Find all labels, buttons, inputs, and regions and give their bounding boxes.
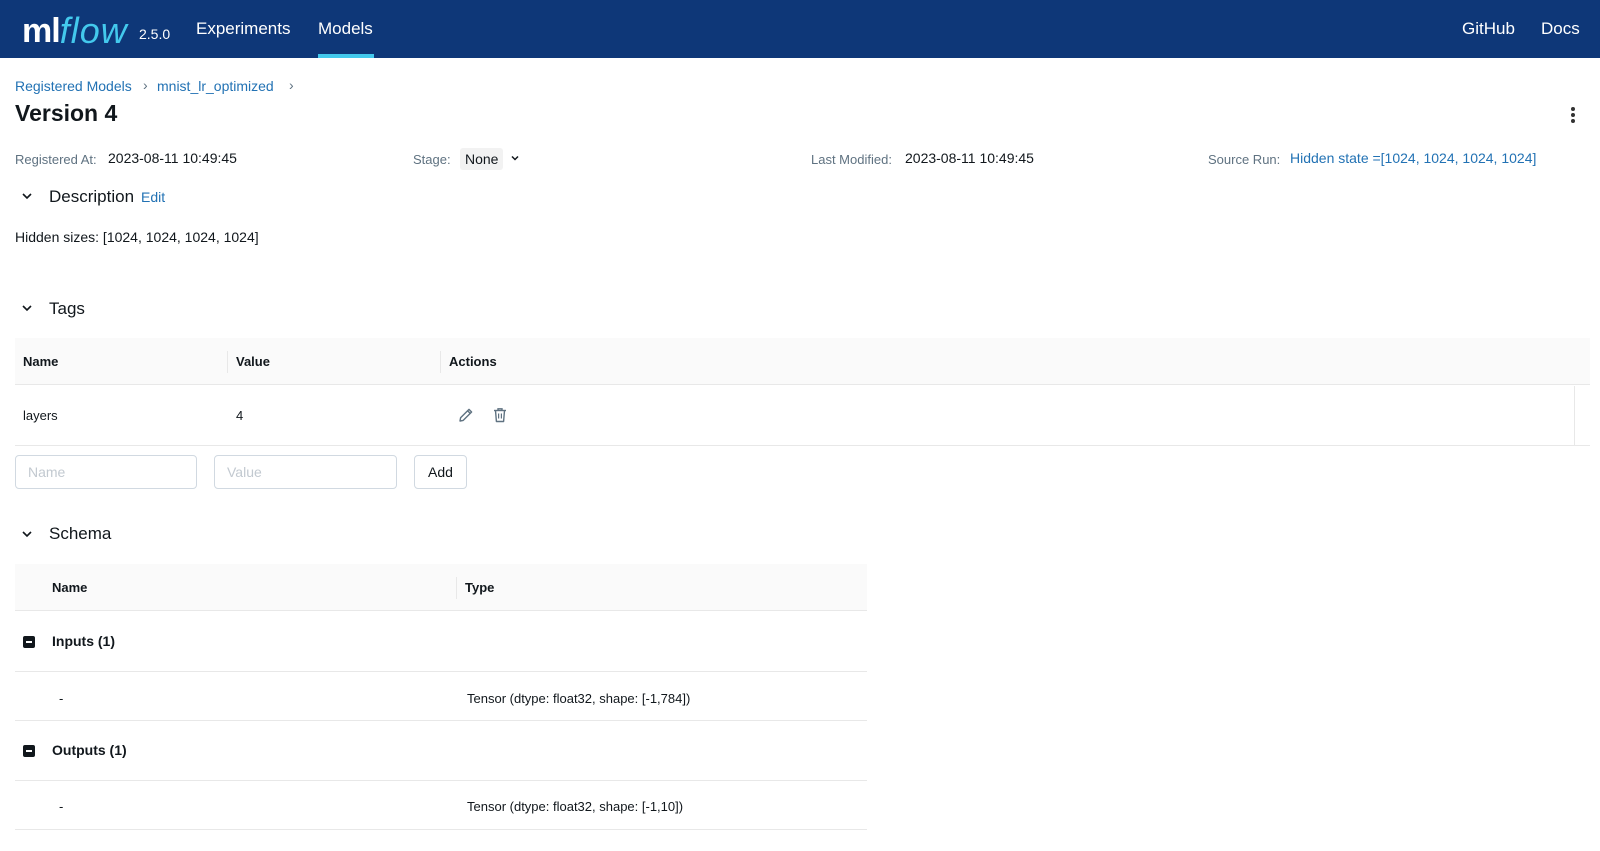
column-header-value: Value — [236, 354, 270, 369]
nav-models[interactable]: Models — [318, 19, 373, 39]
nav-docs[interactable]: Docs — [1541, 19, 1580, 39]
logo-ml-text: ml — [22, 12, 61, 50]
chevron-down-icon[interactable] — [20, 301, 34, 315]
breadcrumb-model-name[interactable]: mnist_lr_optimized — [157, 78, 274, 94]
stage-label: Stage: — [413, 152, 451, 167]
pencil-icon[interactable] — [457, 406, 475, 424]
version-label: 2.5.0 — [139, 26, 171, 42]
trash-icon[interactable] — [491, 406, 509, 424]
tags-title: Tags — [49, 299, 85, 318]
column-header-actions: Actions — [449, 354, 497, 369]
logo-flow-text: flow — [59, 10, 128, 51]
top-navigation-bar: ml flow 2.5.0 Experiments Models GitHub D… — [0, 0, 1600, 58]
add-tag-button[interactable]: Add — [414, 455, 467, 489]
table-row: layers 4 — [15, 386, 1590, 446]
chevron-down-icon[interactable] — [510, 153, 520, 163]
column-header-name: Name — [52, 580, 88, 595]
breadcrumb-separator: › — [289, 77, 294, 93]
stage-select[interactable]: None — [460, 148, 504, 170]
schema-outputs-group-row: Outputs (1) — [15, 721, 867, 781]
tag-name-cell: layers — [23, 408, 58, 423]
column-header-type: Type — [465, 580, 495, 595]
schema-output-name: - — [59, 799, 64, 814]
breadcrumb-separator: › — [143, 77, 148, 93]
table-scrollbar[interactable] — [1574, 386, 1575, 446]
column-divider — [456, 577, 457, 599]
table-row: - Tensor (dtype: float32, shape: [-1,10]… — [15, 782, 867, 830]
nav-experiments[interactable]: Experiments — [196, 19, 290, 39]
tag-value-cell: 4 — [236, 408, 244, 423]
chevron-down-icon[interactable] — [20, 189, 34, 203]
schema-output-type: Tensor (dtype: float32, shape: [-1,10]) — [467, 799, 684, 814]
active-tab-indicator — [318, 54, 374, 58]
nav-github[interactable]: GitHub — [1462, 19, 1515, 39]
breadcrumb-registered-models[interactable]: Registered Models — [15, 78, 132, 94]
column-divider — [440, 351, 441, 373]
description-text: Hidden sizes: [1024, 1024, 1024, 1024] — [15, 229, 259, 245]
tag-value-input[interactable] — [214, 455, 397, 489]
kebab-menu-icon[interactable] — [1565, 106, 1581, 124]
chevron-down-icon[interactable] — [20, 527, 34, 541]
last-modified-label: Last Modified: — [811, 152, 892, 167]
last-modified-value: 2023-08-11 10:49:45 — [905, 150, 1034, 166]
source-run-label: Source Run: — [1208, 152, 1281, 167]
collapse-icon[interactable] — [23, 745, 35, 757]
description-title: Description — [49, 187, 135, 206]
schema-input-type: Tensor (dtype: float32, shape: [-1,784]) — [467, 691, 691, 706]
schema-input-name: - — [59, 691, 64, 706]
source-run-link[interactable]: Hidden state =[1024, 1024, 1024, 1024] — [1290, 150, 1536, 166]
page-title: Version 4 — [15, 100, 118, 126]
schema-inputs-group-row: Inputs (1) — [15, 612, 867, 672]
inputs-group-label: Inputs (1) — [52, 633, 115, 649]
table-row: - Tensor (dtype: float32, shape: [-1,784… — [15, 673, 867, 721]
collapse-icon[interactable] — [23, 636, 35, 648]
registered-at-value: 2023-08-11 10:49:45 — [108, 150, 237, 166]
outputs-group-label: Outputs (1) — [52, 742, 127, 758]
edit-description-link[interactable]: Edit — [141, 189, 165, 205]
registered-at-label: Registered At: — [15, 152, 97, 167]
column-header-name: Name — [23, 354, 59, 369]
tag-name-input[interactable] — [15, 455, 197, 489]
schema-title: Schema — [49, 524, 112, 543]
tags-table-header: Name Value Actions — [15, 338, 1590, 385]
schema-table-header: Name Type — [15, 564, 867, 611]
mlflow-logo[interactable]: ml flow — [22, 5, 128, 51]
column-divider — [227, 351, 228, 373]
